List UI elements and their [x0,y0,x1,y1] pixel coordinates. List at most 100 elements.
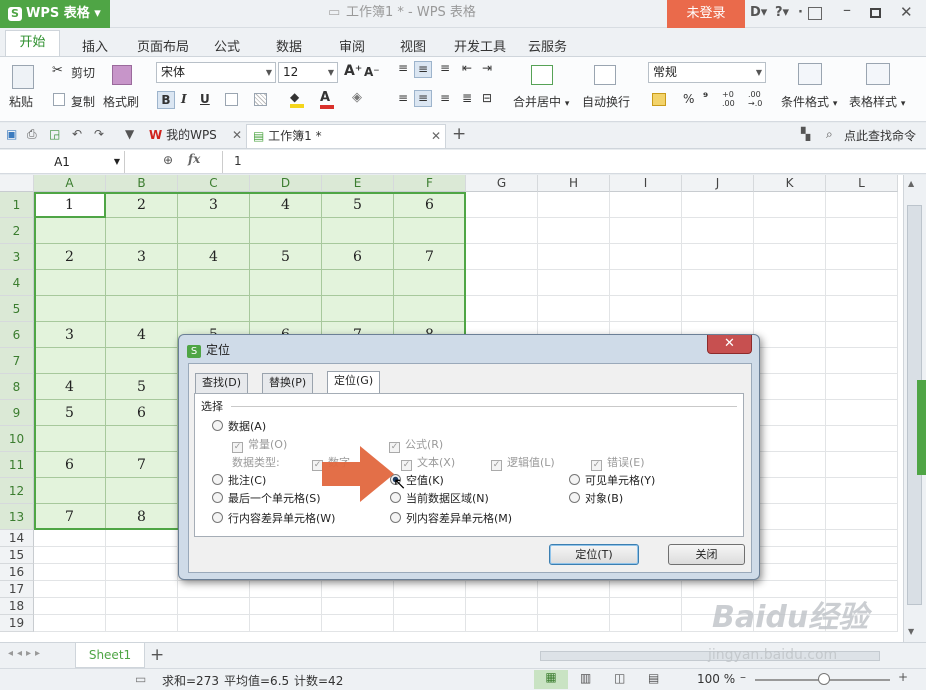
chevron-down-icon[interactable]: ▼ [125,127,134,141]
fill-pattern-icon[interactable] [254,93,267,106]
cell-F19[interactable] [394,615,466,632]
tab-replace[interactable]: 替换(P) [262,373,314,393]
close-tab-icon[interactable]: ✕ [232,124,242,146]
dialog-close-action-button[interactable]: 关闭 [668,544,745,565]
cell-A4[interactable] [34,270,106,296]
cell-D1[interactable]: 4 [250,192,322,218]
cell-L7[interactable] [826,348,898,374]
cell-L4[interactable] [826,270,898,296]
cell-C18[interactable] [178,598,250,615]
cell-I4[interactable] [610,270,682,296]
cell-E3[interactable]: 6 [322,244,394,270]
cell-I2[interactable] [610,218,682,244]
side-panel-toggle[interactable] [917,380,926,475]
help-icon[interactable]: ?▾ [775,5,789,20]
cell-B11[interactable]: 7 [106,452,178,478]
column-header-L[interactable]: L [826,175,898,192]
cell-C5[interactable] [178,296,250,322]
checkbox-constants[interactable]: ✓ 常量(O) [232,436,287,453]
radio-column-differences[interactable]: 列内容差异单元格(M) [390,510,512,526]
align-right-icon[interactable]: ≡ [440,91,450,105]
cell-A3[interactable]: 2 [34,244,106,270]
cell-G2[interactable] [466,218,538,244]
row-header-10[interactable]: 10 [0,426,34,452]
wrap-text-icon[interactable] [594,65,616,85]
cell-A13[interactable]: 7 [34,504,106,530]
find-command-field[interactable]: 点此查找命令 [844,127,916,144]
cell-K15[interactable] [754,547,826,564]
align-center-icon[interactable]: ≡ [414,90,432,107]
indent-increase-icon[interactable]: ⇥ [482,61,492,75]
scroll-down-icon[interactable]: ▼ [908,627,914,636]
conditional-format-button[interactable]: 条件格式 ▾ [781,93,837,110]
cell-A1[interactable]: 1 [34,192,106,218]
tab-developer[interactable]: 开发工具 [454,36,506,55]
copy-button[interactable]: 复制 [71,93,95,110]
cell-C4[interactable] [178,270,250,296]
percent-button[interactable]: % [683,92,694,106]
cell-A15[interactable] [34,547,106,564]
zoom-slider-thumb[interactable] [818,673,830,685]
conditional-format-icon[interactable] [798,63,822,85]
cell-G4[interactable] [466,270,538,296]
thousands-button[interactable]: ⁹ [703,90,708,104]
login-button[interactable]: 未登录 [667,0,745,28]
merge-center-icon[interactable] [531,65,553,85]
cell-D2[interactable] [250,218,322,244]
cell-J3[interactable] [682,244,754,270]
cell-L14[interactable] [826,530,898,547]
page-break-view-icon[interactable]: ◫ [614,671,625,685]
page-layout-view-icon[interactable]: ▥ [580,671,591,685]
checkbox-text[interactable]: ✓ 文本(X) [401,454,455,471]
increase-decimal-icon[interactable]: +0.00 [722,90,735,108]
cell-B10[interactable] [106,426,178,452]
tab-view[interactable]: 视图 [400,36,426,55]
cell-C17[interactable] [178,581,250,598]
cell-D17[interactable] [250,581,322,598]
zoom-out-icon[interactable]: – [740,670,746,684]
cell-L11[interactable] [826,452,898,478]
column-header-H[interactable]: H [538,175,610,192]
cell-H18[interactable] [538,598,610,615]
cell-J4[interactable] [682,270,754,296]
cell-H2[interactable] [538,218,610,244]
cell-C19[interactable] [178,615,250,632]
close-tab-icon[interactable]: ✕ [431,125,441,147]
cell-L6[interactable] [826,322,898,348]
cell-G1[interactable] [466,192,538,218]
cell-F18[interactable] [394,598,466,615]
select-all-corner[interactable] [0,175,34,192]
justify-icon[interactable]: ≣ [462,91,472,105]
cell-H19[interactable] [538,615,610,632]
cell-K5[interactable] [754,296,826,322]
cell-K14[interactable] [754,530,826,547]
number-format-select[interactable]: 常规 ▼ [648,62,766,83]
column-header-G[interactable]: G [466,175,538,192]
cell-A8[interactable]: 4 [34,374,106,400]
cell-A17[interactable] [34,581,106,598]
cell-L8[interactable] [826,374,898,400]
merge-center-button[interactable]: 合并居中 ▾ [513,93,569,110]
table-style-icon[interactable] [866,63,890,85]
row-header-13[interactable]: 13 [0,504,34,530]
row-header-3[interactable]: 3 [0,244,34,270]
font-shrink-icon[interactable]: A⁻ [364,65,380,79]
cell-B15[interactable] [106,547,178,564]
cell-B17[interactable] [106,581,178,598]
row-header-4[interactable]: 4 [0,270,34,296]
cell-A19[interactable] [34,615,106,632]
wrap-text-button[interactable]: 自动换行 [582,93,630,110]
cell-K16[interactable] [754,564,826,581]
cell-C3[interactable]: 4 [178,244,250,270]
decrease-decimal-icon[interactable]: .00 →.0 [748,90,762,108]
cell-K13[interactable] [754,504,826,530]
search-icon[interactable]: ⌕ [826,127,833,142]
cell-E19[interactable] [322,615,394,632]
cell-A14[interactable] [34,530,106,547]
distribute-icon[interactable]: ⊟ [482,91,492,105]
row-header-2[interactable]: 2 [0,218,34,244]
scroll-up-icon[interactable]: ▲ [908,179,914,188]
cell-C2[interactable] [178,218,250,244]
cell-I17[interactable] [610,581,682,598]
radio-visible-cells[interactable]: 可见单元格(Y) [569,472,655,488]
